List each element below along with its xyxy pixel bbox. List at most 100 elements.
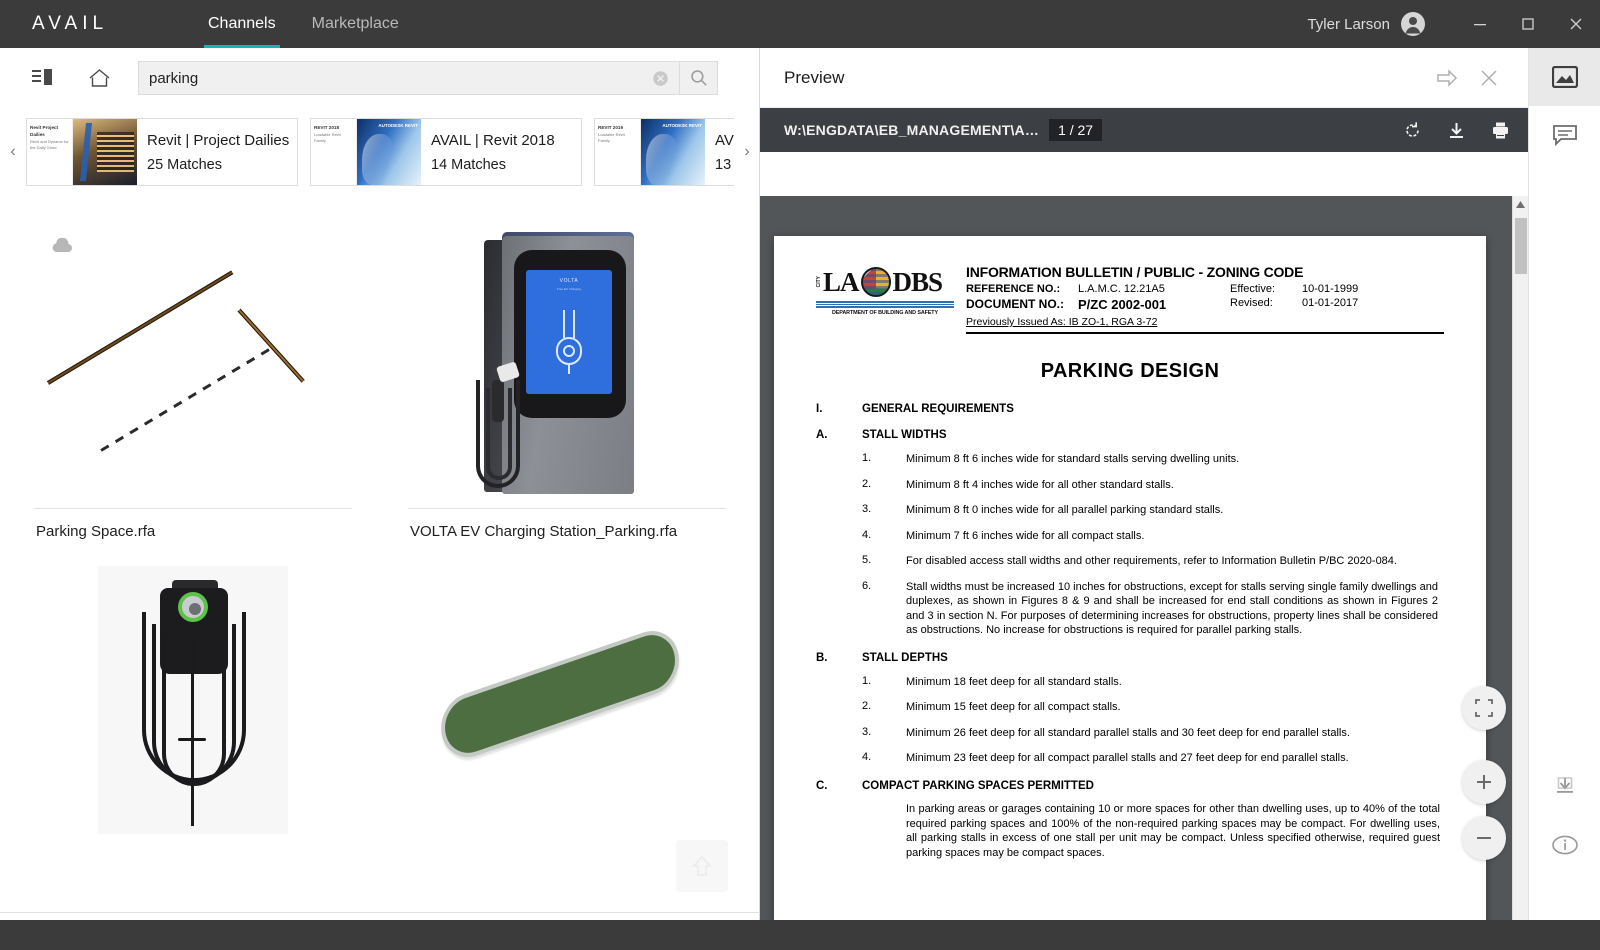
thumb-caption-sub: Loadable Revit Family: [314, 131, 341, 143]
preview-image-icon[interactable]: [1529, 48, 1600, 106]
scrollbar-thumb[interactable]: [1515, 218, 1527, 274]
minimize-button[interactable]: [1456, 0, 1504, 48]
result-label: Parking Space.rfa: [36, 523, 156, 540]
right-rail: [1528, 48, 1600, 950]
search-toolbar: [0, 48, 760, 108]
item-number: 3.: [862, 725, 872, 738]
channel-title: Revit | Project Dailies: [147, 131, 290, 149]
tab-channels[interactable]: Channels: [190, 0, 294, 48]
document-no-value: P/ZC 2002-001: [1078, 297, 1167, 312]
item-text: Minimum 8 ft 6 inches wide for standard …: [906, 453, 1240, 465]
zoom-out-button[interactable]: [1462, 816, 1506, 860]
fit-to-screen-button[interactable]: [1462, 686, 1506, 730]
result-card[interactable]: Parking Space.rfa: [34, 224, 352, 540]
section-paragraph: In parking areas or garages containing 1…: [906, 802, 1440, 860]
print-icon[interactable]: [1486, 116, 1514, 144]
titlebar-right: Tyler Larson: [1307, 0, 1600, 48]
channel-carousel: ‹ Revit Project Dailies Revit and Dynamo…: [0, 110, 760, 194]
thumb-caption-title: REVIT 2018: [314, 125, 340, 130]
result-thumbnail: [408, 560, 726, 840]
result-thumbnail: VOLTA Free EV Charging: [408, 224, 726, 504]
tab-marketplace[interactable]: Marketplace: [294, 0, 417, 48]
thumb-caption-sub: Loadable Revit Family: [598, 131, 625, 143]
comment-icon[interactable]: [1529, 106, 1600, 164]
result-label: VOLTA EV Charging Station_Parking.rfa: [410, 523, 678, 540]
preview-panel: Preview W:\ENGDATA\EB_MANAGEMENT\A… 1 / …: [760, 48, 1528, 950]
results-grid: Parking Space.rfa VOLTA Free EV Charging: [0, 196, 760, 910]
parking-space-drawing: [43, 269, 343, 459]
preview-actions: [1426, 57, 1510, 99]
document-viewport[interactable]: CITY LA DBS DEPARTMENT OF BUILDING AND S…: [760, 196, 1528, 950]
bulletin-title: INFORMATION BULLETIN / PUBLIC - ZONING C…: [966, 264, 1304, 280]
carousel-next-button[interactable]: ›: [734, 110, 760, 194]
result-card[interactable]: [34, 560, 352, 859]
item-text: Stall widths must be increased 10 inches…: [906, 580, 1438, 637]
download-icon[interactable]: [1442, 116, 1470, 144]
channel-card[interactable]: REVIT 2018 Loadable Revit Family AUTODES…: [310, 118, 582, 186]
document-section-heading: C. COMPACT PARKING SPACES PERMITTED: [816, 780, 1444, 792]
close-button[interactable]: [1552, 0, 1600, 48]
item-text: Minimum 23 feet deep for all compact par…: [906, 752, 1349, 765]
channel-match-count: 25 Matches: [147, 156, 222, 173]
zoom-in-button[interactable]: [1462, 760, 1506, 804]
thumb-caption: Revit Project Dailies Revit and Dynamo f…: [27, 119, 73, 185]
thumb-caption-title: Revit Project Dailies: [30, 125, 59, 137]
channel-match-count: 13: [715, 156, 732, 173]
ev-wall-charger-photo: [98, 566, 288, 834]
close-icon[interactable]: [1468, 57, 1510, 99]
document-tools: [1398, 116, 1514, 144]
result-card[interactable]: VOLTA Free EV Charging VOLTA EV Charging…: [408, 224, 726, 540]
item-number: 1.: [862, 452, 872, 464]
revit-cover-art: AUTODESK REVIT: [641, 119, 705, 185]
search-icon[interactable]: [679, 62, 717, 94]
section-heading-text: GENERAL REQUIREMENTS: [862, 403, 1014, 415]
autodesk-badge: AUTODESK REVIT: [378, 123, 418, 128]
info-icon[interactable]: [1529, 816, 1600, 874]
item-number: 2.: [862, 477, 872, 490]
ev-charging-station-photo: VOLTA Free EV Charging: [458, 228, 676, 500]
document-list-item: 1. Minimum 8 ft 6 inches wide for standa…: [816, 452, 1444, 467]
panel-list-icon[interactable]: [26, 61, 60, 95]
scroll-up-arrow-icon[interactable]: [1513, 196, 1528, 212]
save-download-icon[interactable]: [1529, 758, 1600, 816]
document-scrollbar[interactable]: [1512, 196, 1528, 950]
carousel-prev-button[interactable]: ‹: [0, 110, 26, 194]
document-path: W:\ENGDATA\EB_MANAGEMENT\A…: [784, 122, 1040, 138]
document-toolbar: W:\ENGDATA\EB_MANAGEMENT\A… 1 / 27: [760, 108, 1528, 152]
rotate-icon[interactable]: [1398, 116, 1426, 144]
ladbs-logo: CITY LA DBS DEPARTMENT OF BUILDING AND S…: [816, 264, 954, 320]
result-card[interactable]: [408, 560, 726, 859]
item-number: 5.: [862, 554, 872, 567]
popout-arrow-icon[interactable]: [1426, 57, 1468, 99]
maximize-button[interactable]: [1504, 0, 1552, 48]
clear-circle-icon[interactable]: [641, 62, 679, 94]
bulletin-header-text: INFORMATION BULLETIN / PUBLIC - ZONING C…: [966, 264, 1444, 334]
channel-card[interactable]: REVIT 2019 Loadable Revit Family AUTODES…: [594, 118, 734, 186]
revised-value: 01-01-2017: [1302, 297, 1359, 309]
document-list-item: 1. Minimum 18 feet deep for all standard…: [816, 675, 1444, 690]
reference-label: REFERENCE NO.:: [966, 283, 1061, 295]
channel-meta: AVAIL | Revit 2018 14 Matches: [421, 119, 581, 185]
cloud-icon: [50, 237, 74, 259]
channel-card[interactable]: Revit Project Dailies Revit and Dynamo f…: [26, 118, 298, 186]
upload-arrow-icon[interactable]: [676, 840, 728, 892]
item-text: Minimum 7 ft 6 inches wide for all compa…: [906, 529, 1145, 542]
document-section-heading: B. STALL DEPTHS: [816, 652, 1444, 664]
home-icon[interactable]: [82, 61, 116, 95]
title-bar: AVAIL Channels Marketplace Tyler Larson: [0, 0, 1600, 48]
section-marker: C.: [816, 779, 828, 792]
document-header: CITY LA DBS DEPARTMENT OF BUILDING AND S…: [816, 264, 1444, 334]
user-name: Tyler Larson: [1307, 15, 1390, 33]
autodesk-badge: AUTODESK REVIT: [662, 123, 702, 128]
avatar[interactable]: [1400, 11, 1426, 37]
city-seal-icon: [860, 267, 891, 297]
section-heading-text: STALL DEPTHS: [862, 651, 948, 664]
reference-value: L.A.M.C. 12.21A5: [1078, 283, 1165, 295]
channel-meta: Revit | Project Dailies 25 Matches: [137, 119, 297, 185]
document-list-item: 4. Minimum 7 ft 6 inches wide for all co…: [816, 529, 1444, 544]
search-box[interactable]: [138, 61, 718, 95]
channel-meta: AV 13: [705, 119, 734, 185]
search-input[interactable]: [139, 69, 641, 87]
section-heading-text: STALL WIDTHS: [862, 429, 947, 441]
logo-department-text: DEPARTMENT OF BUILDING AND SAFETY: [831, 310, 938, 316]
